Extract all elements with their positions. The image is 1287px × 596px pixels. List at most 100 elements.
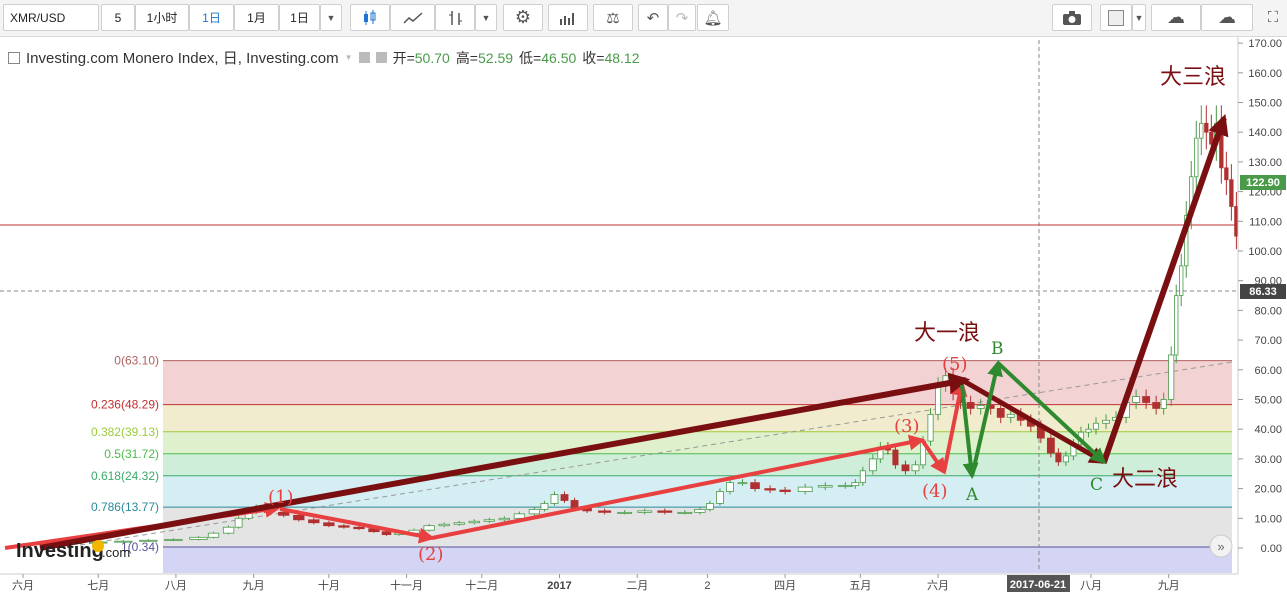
candle-body — [570, 500, 579, 509]
candle-body — [750, 482, 760, 490]
y-tick-label: 160.00 — [1248, 68, 1282, 80]
abc-label-a: A — [965, 485, 979, 505]
camera-icon — [1063, 10, 1081, 25]
x-tick-label: 六月 — [12, 579, 34, 592]
x-tick-label: 八月 — [1080, 580, 1102, 592]
candle-body — [139, 539, 158, 542]
candle-body — [338, 525, 350, 528]
x-tick-label: 六月 — [927, 579, 949, 592]
caret-down-icon: ▼ — [481, 12, 491, 23]
x-tick-label: 2017 — [547, 580, 571, 592]
legend-low: 低=46.50 — [519, 48, 576, 68]
eye-icon[interactable] — [358, 52, 370, 63]
caret-down-icon: ▼ — [1134, 12, 1144, 23]
cloud-download-icon: ☁ — [1167, 7, 1185, 27]
y-tick-label: 80.00 — [1254, 305, 1282, 317]
alert-button[interactable]: 🔔︎ — [697, 4, 729, 31]
save-button[interactable]: ☁ — [1201, 4, 1253, 31]
y-tick-label: 30.00 — [1254, 454, 1282, 466]
candle-body — [483, 519, 495, 522]
legend-open: 开=50.70 — [393, 48, 450, 68]
close-label: 收= — [582, 49, 605, 66]
load-button[interactable]: ☁ — [1151, 4, 1201, 31]
y-tick-label: 100.00 — [1248, 246, 1282, 258]
chart-toolbar: XMR/USD 5 1小时 1日 1月 1日 ▼ ▼ ⚙ ⚖ ↶ ↷ 🔔︎ ▼ … — [0, 0, 1287, 37]
symbol-input[interactable]: XMR/USD — [3, 4, 99, 31]
close-value: 48.12 — [604, 49, 640, 66]
candle-body — [550, 494, 559, 504]
tf-label: 1小时 — [146, 11, 178, 25]
tf-button-1m[interactable]: 1月 — [234, 4, 279, 31]
legend-collapse-icon[interactable] — [8, 51, 20, 64]
candle-body — [189, 536, 208, 540]
candle-body — [737, 482, 748, 485]
tf-button-custom[interactable]: 1日 — [279, 4, 320, 31]
x-tick-label: 八月 — [165, 580, 187, 592]
candle-body — [1092, 422, 1100, 430]
candle-body — [1132, 396, 1141, 403]
candle-body — [468, 520, 480, 524]
cloud-upload-icon: ☁ — [1218, 7, 1236, 27]
candle-body — [1046, 437, 1055, 454]
candle-body — [677, 511, 693, 514]
indicators-button[interactable] — [548, 4, 588, 31]
fib-level-label-0.5: 0.5(31.72) — [104, 447, 159, 461]
x-tick-label: 九月 — [243, 579, 265, 592]
tf-label: 1月 — [247, 11, 266, 25]
open-value: 50.70 — [414, 49, 450, 66]
y-tick-label: 10.00 — [1254, 513, 1282, 525]
settings-small-icon[interactable] — [375, 52, 387, 63]
abc-label-b: B — [991, 339, 1004, 359]
snapshot-button[interactable] — [1052, 4, 1092, 31]
candle-body — [657, 510, 673, 513]
candle-body — [114, 540, 133, 543]
y-tick-label: 110.00 — [1249, 216, 1282, 228]
candle-body — [726, 482, 734, 492]
big-wave-label-1: 大一浪 — [914, 321, 980, 346]
fib-level-label-0: 0(63.10) — [114, 354, 159, 368]
fib-zone-0 — [163, 360, 1232, 405]
color-square-icon — [1108, 9, 1124, 26]
y-tick-label: 50.00 — [1254, 395, 1282, 407]
settings-button[interactable]: ⚙ — [503, 4, 543, 31]
candle-body — [1224, 167, 1229, 181]
interval-input[interactable]: 5 — [101, 4, 135, 31]
fullscreen-button[interactable]: ⛶ — [1260, 4, 1286, 31]
bar-chart-button[interactable] — [435, 4, 475, 31]
candle-body — [438, 523, 450, 527]
price-chart[interactable]: 0(63.10) 0.236(48.29) 0.382(39.13) 0.5(31.7… — [0, 37, 1287, 596]
tf-dropdown-button[interactable]: ▼ — [320, 4, 342, 31]
fib-zone-0.5 — [163, 453, 1232, 476]
candlestick-button[interactable] — [350, 4, 390, 31]
tf-label: 1日 — [202, 11, 221, 25]
fibonacci-retracement[interactable]: 0(63.10) 0.236(48.29) 0.382(39.13) 0.5(31.7… — [91, 354, 1232, 573]
candle-body — [540, 503, 549, 510]
color-button[interactable] — [1100, 4, 1132, 31]
undo-button[interactable]: ↶ — [638, 4, 668, 31]
open-label: 开= — [392, 49, 415, 66]
tf-button-1d[interactable]: 1日 — [189, 4, 234, 31]
chart-legend: Investing.com Monero Index, 日, Investing… — [8, 47, 640, 68]
caret-down-icon[interactable]: ▼ — [345, 53, 353, 62]
candle-body — [1055, 452, 1062, 463]
x-tick-label: 四月 — [774, 580, 796, 592]
candle-body — [1142, 396, 1151, 403]
fib-level-label-0.236: 0.236(48.29) — [91, 398, 159, 412]
x-tick-label: 十一月 — [390, 578, 423, 592]
crosshair-date-text: 2017-06-21 — [1010, 579, 1066, 591]
redo-button[interactable]: ↷ — [668, 4, 696, 31]
chart-type-dropdown[interactable]: ▼ — [475, 4, 497, 31]
fib-zone-1 — [163, 546, 1232, 573]
candle-body — [966, 402, 975, 409]
candle-body — [617, 511, 633, 514]
undo-icon: ↶ — [646, 9, 660, 27]
y-tick-label: 130.00 — [1248, 157, 1282, 169]
color-dropdown[interactable]: ▼ — [1132, 4, 1146, 31]
fib-level-label-0.618: 0.618(24.32) — [91, 469, 159, 483]
line-chart-button[interactable] — [390, 4, 435, 31]
candle-body — [837, 485, 853, 488]
candle-body — [817, 485, 833, 488]
tf-button-1h[interactable]: 1小时 — [135, 4, 189, 31]
compare-button[interactable]: ⚖ — [593, 4, 633, 31]
wave-label-1: (1) — [268, 487, 294, 508]
